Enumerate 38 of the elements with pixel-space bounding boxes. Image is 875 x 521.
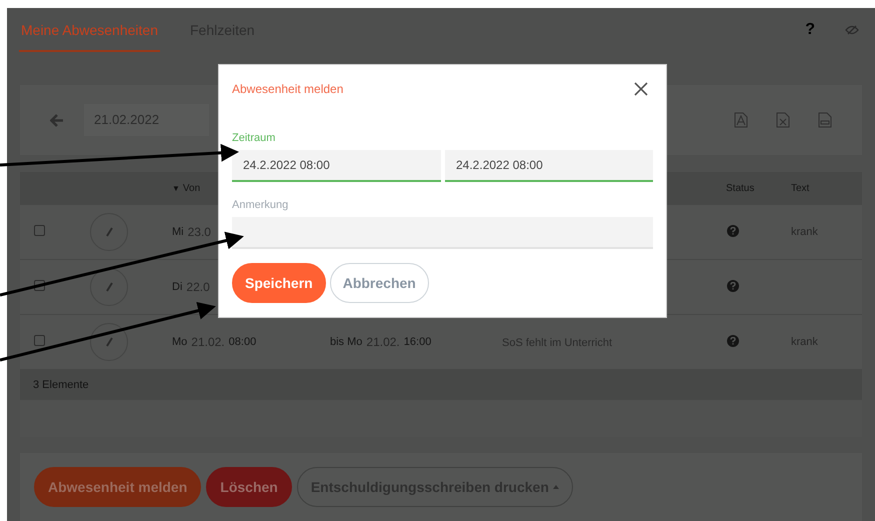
dialog-title: Abwesenheit melden bbox=[232, 81, 344, 98]
weekday: Mo bbox=[172, 334, 188, 350]
edit-button[interactable] bbox=[90, 213, 128, 251]
help-icon[interactable]: ? bbox=[805, 18, 815, 42]
dialog-button[interactable]: Speichern bbox=[232, 263, 326, 303]
weekday: Di bbox=[172, 280, 182, 295]
time: 16:00 bbox=[404, 334, 432, 350]
checkbox[interactable] bbox=[34, 335, 45, 346]
question-status-icon bbox=[727, 335, 739, 347]
sort-down-icon[interactable]: ▼ bbox=[172, 182, 180, 194]
back-arrow-icon[interactable] bbox=[50, 114, 64, 126]
weekday: bis Mo bbox=[330, 334, 362, 350]
weekday: Mi bbox=[172, 224, 184, 240]
pencil-icon bbox=[105, 227, 113, 237]
excel-file-icon[interactable] bbox=[776, 112, 790, 128]
time: 08:00 bbox=[228, 334, 256, 350]
edit-button[interactable] bbox=[90, 268, 128, 306]
action-button[interactable]: Abwesenheit melden bbox=[34, 467, 202, 507]
edit-button[interactable] bbox=[90, 323, 128, 361]
tab[interactable]: Meine Abwesenheiten bbox=[19, 8, 160, 52]
pencil-icon bbox=[105, 337, 113, 347]
csv-file-icon[interactable] bbox=[818, 112, 832, 128]
pdf-file-icon[interactable] bbox=[734, 112, 748, 128]
caret-icon bbox=[552, 485, 559, 489]
checkbox[interactable] bbox=[34, 225, 45, 236]
pencil-icon bbox=[105, 282, 113, 292]
dialog-button[interactable]: Abbrechen bbox=[330, 263, 429, 303]
field-label: Anmerkung bbox=[232, 198, 290, 212]
close-icon[interactable] bbox=[634, 82, 648, 96]
date-time-field[interactable]: 24.2.2022 08:00 bbox=[232, 150, 441, 182]
note-field[interactable] bbox=[232, 217, 653, 249]
question-status-icon bbox=[727, 280, 739, 292]
question-status-icon bbox=[727, 225, 739, 237]
field-label: Zeitraum bbox=[232, 131, 276, 146]
action-button[interactable]: Löschen bbox=[206, 467, 292, 507]
hidden-eye-icon[interactable] bbox=[845, 25, 859, 35]
date-time-field[interactable]: 24.2.2022 08:00 bbox=[445, 150, 653, 182]
checkbox[interactable] bbox=[34, 280, 45, 291]
